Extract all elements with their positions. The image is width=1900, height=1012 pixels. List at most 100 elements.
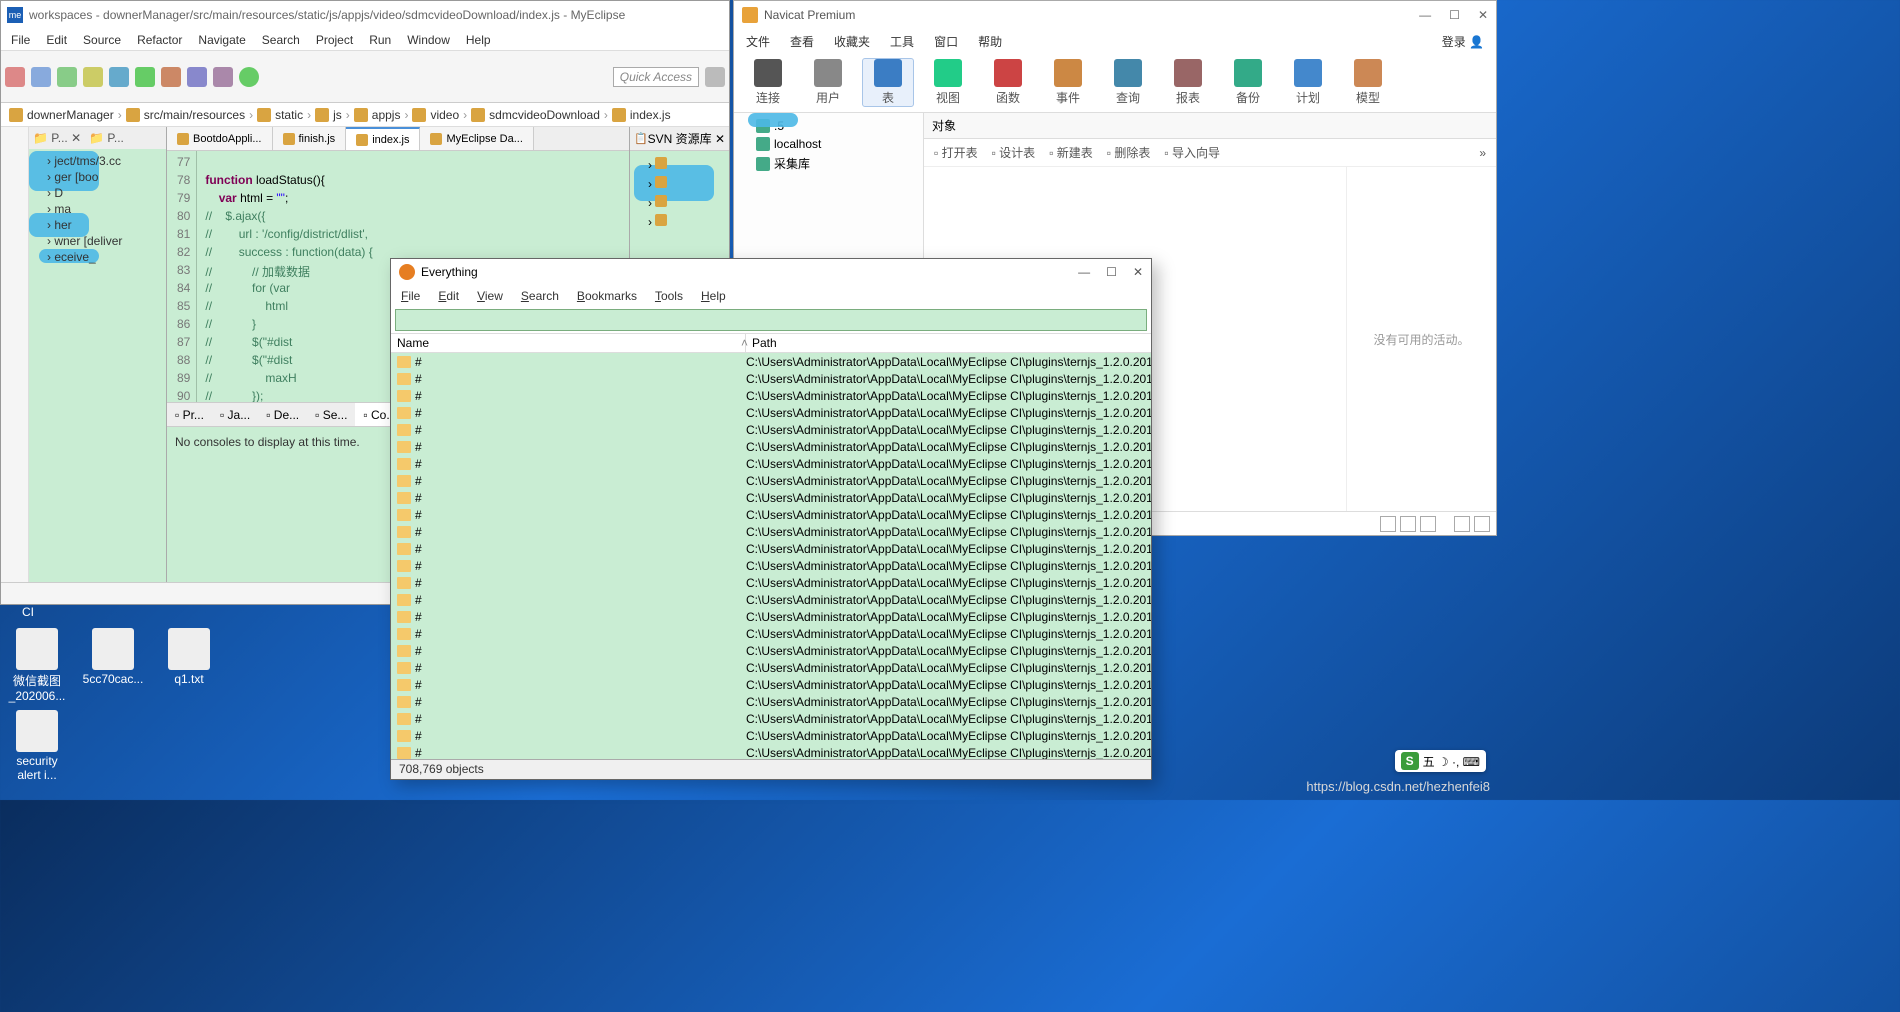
maximize-icon[interactable]: ☐ xyxy=(1449,8,1460,22)
desktop-icon[interactable]: 5cc70cac... xyxy=(84,628,142,703)
ribbon-报表[interactable]: 报表 xyxy=(1162,59,1214,106)
table-action[interactable]: ▫ 导入向导 xyxy=(1164,144,1220,161)
nav-tree-item[interactable]: localhost xyxy=(738,135,919,153)
result-row[interactable]: #C:\Users\Administrator\AppData\Local\My… xyxy=(391,727,1151,744)
ev-menu-view[interactable]: View xyxy=(477,289,503,303)
table-actions[interactable]: ▫ 打开表▫ 设计表▫ 新建表▫ 删除表▫ 导入向导» xyxy=(924,139,1496,167)
run-icon[interactable] xyxy=(135,67,155,87)
ime-indicator[interactable]: S 五 ☽ ·, ⌨ xyxy=(1395,750,1486,772)
ribbon-用户[interactable]: 用户 xyxy=(802,59,854,106)
result-row[interactable]: #C:\Users\Administrator\AppData\Local\My… xyxy=(391,438,1151,455)
ribbon-模型[interactable]: 模型 xyxy=(1342,59,1394,106)
editor-tab[interactable]: BootdoAppli... xyxy=(167,127,273,150)
pkg-item[interactable]: › eceive_ xyxy=(33,249,162,265)
pkg-tab[interactable]: 📁 P... xyxy=(89,131,124,145)
ev-menu-file[interactable]: File xyxy=(401,289,420,303)
result-row[interactable]: #C:\Users\Administrator\AppData\Local\My… xyxy=(391,608,1151,625)
svn-item[interactable]: › xyxy=(634,174,725,193)
everything-list-header[interactable]: Name ˄ Path xyxy=(391,333,1151,353)
nav-tree-item[interactable]: 采集库 xyxy=(738,153,919,174)
perspective-icon[interactable] xyxy=(705,67,725,87)
nav-menu-item[interactable]: 帮助 xyxy=(978,33,1002,50)
view-pane-icon[interactable] xyxy=(1474,516,1490,532)
breadcrumb-item[interactable]: src/main/resources xyxy=(144,108,245,122)
col-name[interactable]: Name xyxy=(391,334,746,352)
table-action[interactable]: ▫ 新建表 xyxy=(1049,144,1093,161)
svn-item[interactable]: › xyxy=(634,155,725,174)
navicat-titlebar[interactable]: Navicat Premium — ☐ ✕ xyxy=(734,1,1496,29)
ribbon-事件[interactable]: 事件 xyxy=(1042,59,1094,106)
desktop-icon[interactable]: q1.txt xyxy=(160,628,218,703)
breadcrumb-item[interactable]: js xyxy=(333,108,342,122)
desktop-icon[interactable]: security alert i... xyxy=(8,710,66,782)
breadcrumb-item[interactable]: video xyxy=(430,108,459,122)
ev-menu-edit[interactable]: Edit xyxy=(438,289,459,303)
pkg-item[interactable]: › ject/tms/3.cc xyxy=(33,153,162,169)
result-row[interactable]: #C:\Users\Administrator\AppData\Local\My… xyxy=(391,574,1151,591)
menu-source[interactable]: Source xyxy=(83,33,121,47)
editor-tab[interactable]: MyEclipse Da... xyxy=(420,127,533,150)
nav-menu-item[interactable]: 文件 xyxy=(746,33,770,50)
desktop-ci-label[interactable]: CI xyxy=(22,605,34,619)
breadcrumb-item[interactable]: index.js xyxy=(630,108,671,122)
result-row[interactable]: #C:\Users\Administrator\AppData\Local\My… xyxy=(391,557,1151,574)
result-row[interactable]: #C:\Users\Administrator\AppData\Local\My… xyxy=(391,421,1151,438)
svn-tab[interactable]: 📋 SVN 资源库 ✕ xyxy=(630,127,729,151)
pkg-item[interactable]: › her xyxy=(33,217,162,233)
search-icon[interactable] xyxy=(187,67,207,87)
result-row[interactable]: #C:\Users\Administrator\AppData\Local\My… xyxy=(391,591,1151,608)
breadcrumb-item[interactable]: appjs xyxy=(372,108,401,122)
menu-window[interactable]: Window xyxy=(407,33,450,47)
nav-menu-item[interactable]: 窗口 xyxy=(934,33,958,50)
minimize-icon[interactable]: — xyxy=(1078,265,1090,279)
col-path[interactable]: Path xyxy=(746,334,1151,352)
pkg-item[interactable]: › ger [boo xyxy=(33,169,162,185)
stop-icon[interactable] xyxy=(161,67,181,87)
myeclipse-toolbar[interactable]: Quick Access xyxy=(1,51,729,103)
breadcrumb[interactable]: downerManager›src/main/resources›static›… xyxy=(1,103,729,127)
minimize-icon[interactable]: — xyxy=(1419,8,1431,22)
result-row[interactable]: #C:\Users\Administrator\AppData\Local\My… xyxy=(391,455,1151,472)
menu-edit[interactable]: Edit xyxy=(46,33,67,47)
result-row[interactable]: #C:\Users\Administrator\AppData\Local\My… xyxy=(391,404,1151,421)
result-row[interactable]: #C:\Users\Administrator\AppData\Local\My… xyxy=(391,693,1151,710)
result-row[interactable]: #C:\Users\Administrator\AppData\Local\My… xyxy=(391,540,1151,557)
table-action[interactable]: ▫ 打开表 xyxy=(934,144,978,161)
navicat-ribbon[interactable]: 连接用户表视图函数事件查询报表备份计划模型 xyxy=(734,53,1496,113)
login-button[interactable]: 登录 👤 xyxy=(1442,33,1484,50)
result-row[interactable]: #C:\Users\Administrator\AppData\Local\My… xyxy=(391,523,1151,540)
result-row[interactable]: #C:\Users\Administrator\AppData\Local\My… xyxy=(391,676,1151,693)
view-grid-icon[interactable] xyxy=(1420,516,1436,532)
result-row[interactable]: #C:\Users\Administrator\AppData\Local\My… xyxy=(391,353,1151,370)
result-row[interactable]: #C:\Users\Administrator\AppData\Local\My… xyxy=(391,506,1151,523)
ribbon-计划[interactable]: 计划 xyxy=(1282,59,1334,106)
menu-project[interactable]: Project xyxy=(316,33,353,47)
ev-menu-help[interactable]: Help xyxy=(701,289,726,303)
table-action[interactable]: ▫ 删除表 xyxy=(1107,144,1151,161)
new-icon[interactable] xyxy=(5,67,25,87)
ev-menu-tools[interactable]: Tools xyxy=(655,289,683,303)
table-action[interactable]: ▫ 设计表 xyxy=(992,144,1036,161)
bottom-tab[interactable]: ▫ Pr... xyxy=(167,403,212,426)
menu-navigate[interactable]: Navigate xyxy=(198,33,245,47)
run-green-icon[interactable] xyxy=(239,67,259,87)
myeclipse-menubar[interactable]: FileEditSourceRefactorNavigateSearchProj… xyxy=(1,29,729,51)
editor-tab[interactable]: index.js xyxy=(346,127,420,150)
result-row[interactable]: #C:\Users\Administrator\AppData\Local\My… xyxy=(391,489,1151,506)
maximize-icon[interactable]: ☐ xyxy=(1106,265,1117,279)
desktop-icon[interactable]: 微信截图_202006... xyxy=(8,628,66,703)
open-type-icon[interactable] xyxy=(213,67,233,87)
view-detail-icon[interactable] xyxy=(1400,516,1416,532)
result-row[interactable]: #C:\Users\Administrator\AppData\Local\My… xyxy=(391,625,1151,642)
menu-file[interactable]: File xyxy=(11,33,30,47)
bottom-tab[interactable]: ▫ Se... xyxy=(307,403,355,426)
debug-icon[interactable] xyxy=(109,67,129,87)
editor-tab[interactable]: finish.js xyxy=(273,127,347,150)
close-icon[interactable]: ✕ xyxy=(1478,8,1488,22)
ev-menu-bookmarks[interactable]: Bookmarks xyxy=(577,289,637,303)
result-row[interactable]: #C:\Users\Administrator\AppData\Local\My… xyxy=(391,659,1151,676)
ribbon-函数[interactable]: 函数 xyxy=(982,59,1034,106)
breadcrumb-item[interactable]: sdmcvideoDownload xyxy=(489,108,600,122)
navicat-menubar[interactable]: 文件查看收藏夹工具窗口帮助登录 👤 xyxy=(734,29,1496,53)
ev-menu-search[interactable]: Search xyxy=(521,289,559,303)
